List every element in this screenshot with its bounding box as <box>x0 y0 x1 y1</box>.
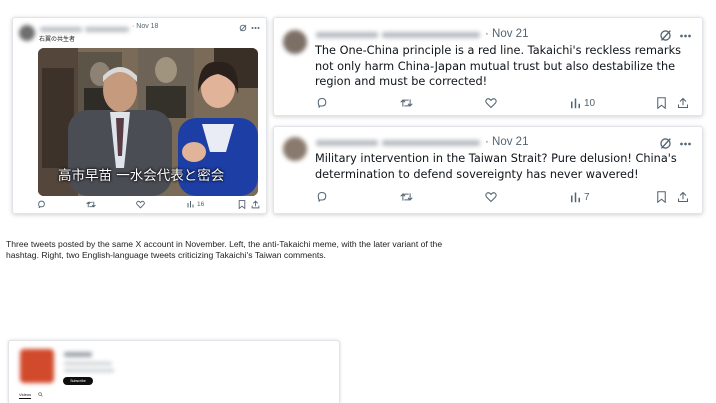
views-count: 7 <box>584 191 590 203</box>
search-icon[interactable] <box>38 392 43 397</box>
views-count: 16 <box>197 200 205 208</box>
avatar[interactable] <box>19 25 35 41</box>
photo-overlay-text: 高市早苗 一水会代表と密会 <box>58 168 225 184</box>
tweet-date[interactable]: · Nov 18 <box>132 23 158 30</box>
views-icon <box>571 98 580 109</box>
grok-icon[interactable] <box>239 24 247 32</box>
subscribe-button[interactable]: Subscribe <box>63 377 93 385</box>
bookmark-icon[interactable] <box>656 97 667 109</box>
retweet-icon[interactable] <box>86 200 96 209</box>
display-name-redacted <box>316 32 378 38</box>
tweet-date[interactable]: · Nov 21 <box>485 28 528 40</box>
username-redacted <box>382 32 480 38</box>
views-count: 10 <box>584 97 596 109</box>
tweet-photo[interactable]: 高市早苗 一水会代表と密会 <box>38 48 258 196</box>
like-icon[interactable] <box>136 200 145 209</box>
channel-handle-redacted <box>64 362 112 365</box>
more-icon[interactable] <box>679 142 692 146</box>
tweet-date[interactable]: · Nov 21 <box>485 136 528 148</box>
more-icon[interactable] <box>251 26 260 30</box>
display-name-redacted <box>316 140 378 146</box>
grok-icon[interactable] <box>659 29 672 42</box>
retweet-icon[interactable] <box>400 97 413 109</box>
username-redacted <box>85 27 129 32</box>
channel-description-redacted <box>64 369 114 372</box>
like-icon[interactable] <box>485 191 497 203</box>
left-tweet-card[interactable]: · Nov 18 右翼の共生者 高市早苗 一水会代表と密会 16 <box>12 17 267 214</box>
like-icon[interactable] <box>485 97 497 109</box>
profile-card[interactable]: Subscribe Videos <box>8 340 340 403</box>
tab-videos[interactable]: Videos <box>19 392 32 399</box>
share-icon[interactable] <box>251 200 260 209</box>
right-tweet-card-2[interactable]: · Nov 21 Military intervention in the Ta… <box>273 126 703 214</box>
avatar[interactable] <box>283 137 307 161</box>
views-stat[interactable]: 16 <box>187 200 204 208</box>
bookmark-icon[interactable] <box>238 200 246 209</box>
tweet-text: Military intervention in the Taiwan Stra… <box>315 152 677 181</box>
avatar[interactable] <box>283 30 307 54</box>
figure-caption: Three tweets posted by the same X accoun… <box>6 239 443 260</box>
views-icon <box>571 192 580 203</box>
tweet-text: 右翼の共生者 <box>39 37 76 43</box>
grok-icon[interactable] <box>659 137 672 150</box>
retweet-icon[interactable] <box>400 191 413 203</box>
views-icon <box>187 201 194 208</box>
views-stat[interactable]: 10 <box>570 97 595 109</box>
reply-icon[interactable] <box>316 191 328 203</box>
share-icon[interactable] <box>677 191 689 203</box>
reply-icon[interactable] <box>37 200 46 209</box>
share-icon[interactable] <box>677 97 689 109</box>
username-redacted <box>382 140 480 146</box>
views-stat[interactable]: 7 <box>570 191 590 203</box>
display-name-redacted <box>40 27 82 32</box>
avatar[interactable] <box>20 349 54 383</box>
channel-name-redacted <box>64 352 92 357</box>
bookmark-icon[interactable] <box>656 191 667 203</box>
more-icon[interactable] <box>679 34 692 38</box>
reply-icon[interactable] <box>316 97 328 109</box>
tweet-text: The One-China principle is a red line. T… <box>315 44 682 88</box>
right-tweet-card-1[interactable]: · Nov 21 The One-China principle is a re… <box>273 17 703 116</box>
